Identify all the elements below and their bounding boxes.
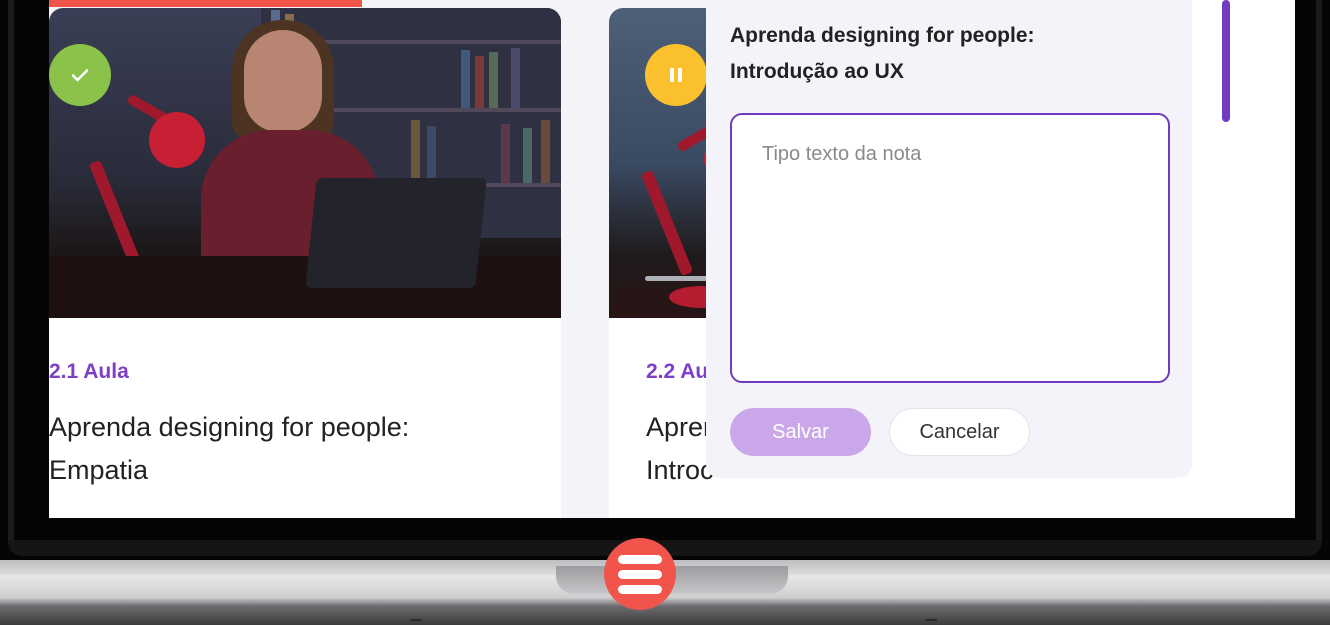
- bezel-edge-left: [8, 0, 14, 548]
- lesson-video-thumbnail[interactable]: [49, 8, 561, 318]
- lesson-number: 2.2 Au: [646, 360, 709, 383]
- menu-lines-logo-icon: [604, 538, 676, 610]
- lesson-card[interactable]: 2.1 Aula Aprenda designing for people: E…: [49, 8, 561, 518]
- cancel-button[interactable]: Cancelar: [889, 408, 1030, 456]
- note-text-input[interactable]: [730, 113, 1170, 383]
- paused-pause-icon: [645, 44, 707, 106]
- panel-scrollbar-thumb[interactable]: [1222, 0, 1230, 122]
- top-accent-strip: [49, 0, 362, 7]
- note-lesson-title-line: Aprenda designing for people:: [730, 24, 1035, 47]
- laptop-foot-right: [925, 619, 937, 621]
- note-lesson-title: Aprenda designing for people: Introdução…: [730, 18, 1130, 90]
- bezel-edge-right: [1316, 0, 1322, 548]
- note-lesson-title-line: Introdução ao UX: [730, 60, 904, 83]
- lesson-title[interactable]: Aprenda designing for people: Empatia: [49, 406, 489, 492]
- lesson-number: 2.1 Aula: [49, 360, 129, 383]
- save-button[interactable]: Salvar: [730, 408, 871, 456]
- laptop-foot-left: [410, 619, 422, 621]
- completed-check-icon: [49, 44, 111, 106]
